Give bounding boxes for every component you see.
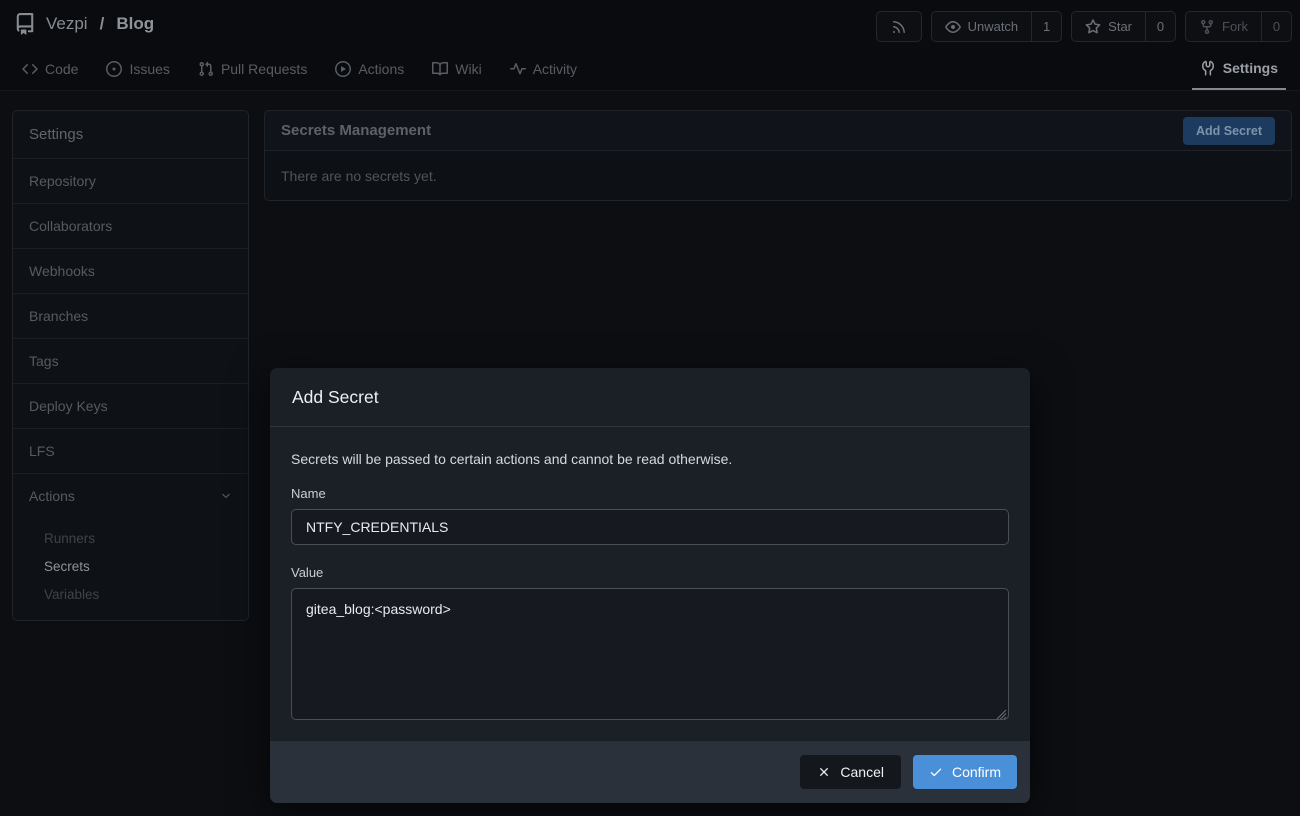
tab-actions[interactable]: Actions [331,48,408,90]
tab-issues[interactable]: Issues [102,48,173,90]
secrets-panel: Secrets Management Add Secret There are … [264,110,1292,201]
empty-secrets-message: There are no secrets yet. [281,168,437,184]
tab-pull-requests[interactable]: Pull Requests [194,48,311,90]
rss-icon [891,19,907,35]
add-secret-modal: Add Secret Secrets will be passed to cer… [270,368,1030,803]
sidebar-title: Settings [13,111,248,158]
sidebar-item-lfs[interactable]: LFS [13,428,248,473]
watchers-count[interactable]: 1 [1031,12,1061,41]
sidebar-item-tags[interactable]: Tags [13,338,248,383]
tab-actions-label: Actions [358,61,404,77]
eye-icon [945,19,961,35]
tab-activity-label: Activity [533,61,577,77]
sidebar-item-repository[interactable]: Repository [13,158,248,203]
secrets-panel-header: Secrets Management Add Secret [264,110,1292,151]
code-icon [22,61,38,77]
repo-name-link[interactable]: Blog [116,14,154,34]
tab-pull-requests-label: Pull Requests [221,61,307,77]
panel-title: Secrets Management [281,122,431,139]
sidebar-item-actions[interactable]: Actions [13,473,248,518]
forks-count[interactable]: 0 [1261,12,1291,41]
stars-count[interactable]: 0 [1145,12,1175,41]
pull-request-icon [198,61,214,77]
repo-tab-bar: Code Issues Pull Requests Actions Wiki A… [0,48,1300,90]
star-icon [1085,19,1101,35]
add-secret-button[interactable]: Add Secret [1183,117,1275,145]
rss-button[interactable] [876,11,922,42]
settings-sidebar: Settings Repository Collaborators Webhoo… [12,110,249,621]
secret-value-textarea[interactable]: gitea_blog:<password> [291,588,1009,720]
tab-activity[interactable]: Activity [506,48,581,90]
tab-wiki[interactable]: Wiki [428,48,485,90]
play-circle-icon [335,61,351,77]
unwatch-button[interactable]: Unwatch [932,12,1032,41]
fork-button-group: Fork 0 [1185,11,1292,42]
navbar-title-row: Vezpi / Blog Unwatch 1 [0,0,1300,48]
sidebar-item-actions-label: Actions [29,488,75,504]
pulse-icon [510,61,526,77]
tab-issues-label: Issues [129,61,169,77]
sidebar-actions-submenu: Runners Secrets Variables [13,518,248,620]
sidebar-item-deploy-keys[interactable]: Deploy Keys [13,383,248,428]
repo-action-buttons: Unwatch 1 Star 0 Fork [876,11,1292,42]
watch-button-group: Unwatch 1 [931,11,1063,42]
unwatch-label: Unwatch [968,19,1019,34]
modal-description: Secrets will be passed to certain action… [291,451,1009,467]
close-icon [817,765,831,779]
check-icon [929,765,943,779]
star-button-group: Star 0 [1071,11,1176,42]
breadcrumb-separator: / [100,14,105,34]
fork-icon [1199,19,1215,35]
sidebar-item-collaborators[interactable]: Collaborators [13,203,248,248]
star-label: Star [1108,19,1132,34]
modal-footer: Cancel Confirm [270,741,1030,803]
top-navbar: Vezpi / Blog Unwatch 1 [0,0,1300,91]
issue-opened-icon [106,61,122,77]
repo-icon [14,13,36,35]
secret-value-label: Value [291,565,1009,580]
sidebar-subitem-secrets[interactable]: Secrets [13,552,248,580]
sidebar-item-branches[interactable]: Branches [13,293,248,338]
confirm-button-label: Confirm [952,764,1001,780]
tab-code[interactable]: Code [18,48,82,90]
secret-name-label: Name [291,486,1009,501]
secret-value-wrap: gitea_blog:<password> [291,588,1009,725]
secret-name-input[interactable] [291,509,1009,545]
confirm-button[interactable]: Confirm [913,755,1017,789]
tab-code-label: Code [45,61,78,77]
modal-header: Add Secret [270,368,1030,427]
cancel-button[interactable]: Cancel [800,755,901,789]
cancel-button-label: Cancel [840,764,884,780]
tab-wiki-label: Wiki [455,61,481,77]
chevron-down-icon [220,490,232,502]
star-button[interactable]: Star [1072,12,1145,41]
repo-breadcrumb: Vezpi / Blog [14,13,154,35]
repo-owner-link[interactable]: Vezpi [46,14,88,34]
fork-button[interactable]: Fork [1186,12,1261,41]
sidebar-item-webhooks[interactable]: Webhooks [13,248,248,293]
sidebar-subitem-variables[interactable]: Variables [13,580,248,608]
wrench-icon [1200,60,1216,76]
secrets-panel-body: There are no secrets yet. [264,151,1292,201]
modal-body: Secrets will be passed to certain action… [270,427,1030,725]
book-icon [432,61,448,77]
sidebar-subitem-runners[interactable]: Runners [13,524,248,552]
tab-settings-label: Settings [1223,60,1278,76]
modal-title: Add Secret [292,387,379,408]
resize-handle-icon[interactable] [995,708,1007,720]
fork-label: Fork [1222,19,1248,34]
tab-settings[interactable]: Settings [1192,48,1286,90]
